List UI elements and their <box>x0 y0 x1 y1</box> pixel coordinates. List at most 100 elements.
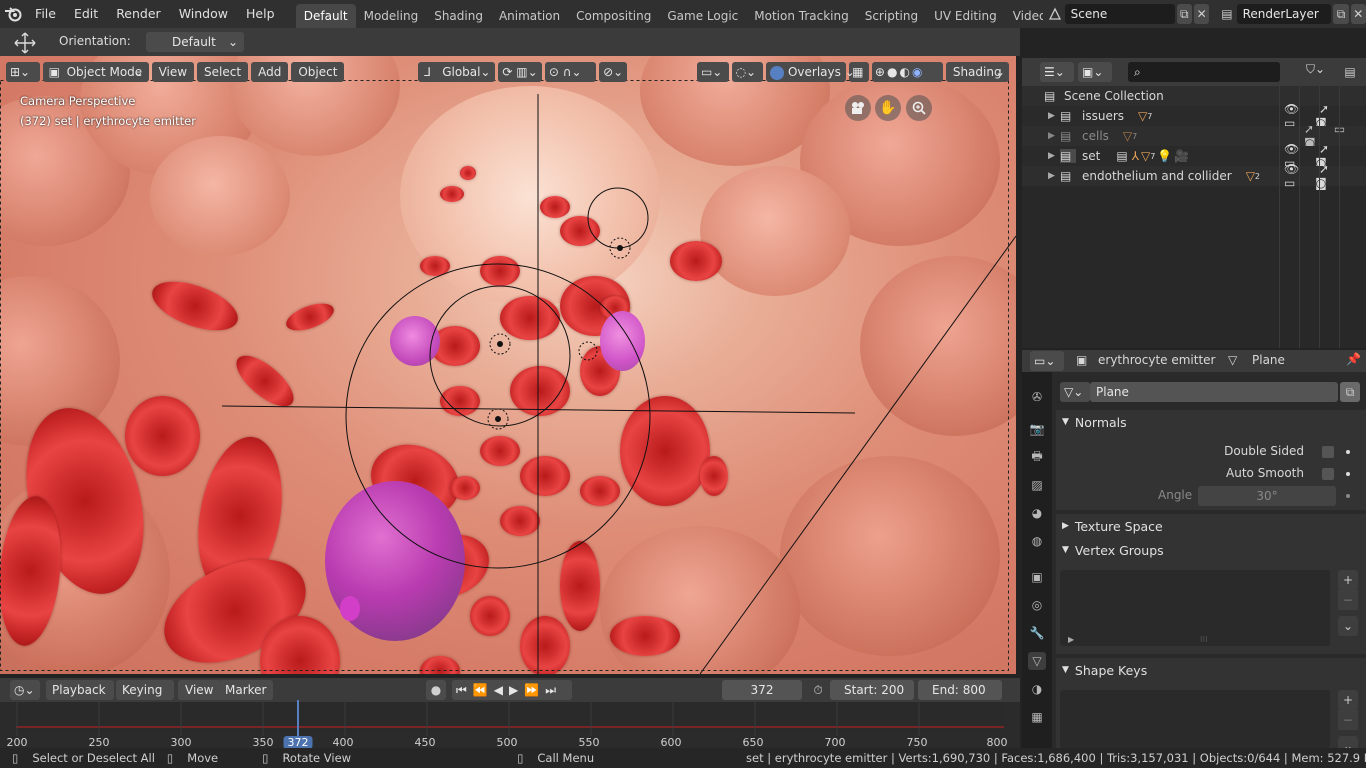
world-tab-icon[interactable]: ◍ <box>1028 532 1046 550</box>
keyframe-dot-icon[interactable] <box>1346 450 1350 454</box>
view-layer-tab-icon[interactable]: ▨ <box>1028 476 1046 494</box>
copy-scene-icon[interactable]: ⧉ <box>1176 4 1192 24</box>
outliner-search-input[interactable]: ⌕ <box>1128 62 1280 82</box>
overlays-dropdown[interactable]: Overlays ⌄ <box>766 62 855 82</box>
zoom-magnifier-icon[interactable] <box>906 95 932 121</box>
modifiers-tab-icon[interactable]: 🔧 <box>1028 624 1046 642</box>
fake-user-icon[interactable]: ⧉ <box>1340 382 1360 402</box>
display-mode-icon[interactable]: ▣⌄ <box>1078 62 1112 82</box>
outliner-editor-type-icon[interactable]: ☰⌄ <box>1040 62 1074 82</box>
menu-object[interactable]: Object <box>291 62 345 82</box>
pan-hand-icon[interactable]: ✋ <box>875 95 901 121</box>
menu-add[interactable]: Add <box>251 62 289 82</box>
scene-selector-icon[interactable] <box>1047 4 1062 24</box>
render-tab-icon[interactable]: 📷 <box>1028 420 1046 438</box>
workspace-tab-scripting[interactable]: Scripting <box>857 4 926 28</box>
timeline-editor-type-icon[interactable]: ◷⌄ <box>10 680 40 700</box>
close-scene-icon[interactable]: ✕ <box>1194 4 1210 24</box>
menu-render[interactable]: Render <box>107 0 170 28</box>
tool-tab-icon[interactable]: ✇ <box>1028 388 1046 406</box>
jump-keyframe-forward-icon[interactable]: ⏩ <box>524 683 545 697</box>
scene-tab-icon[interactable]: ◕ <box>1028 504 1046 522</box>
play-reverse-icon[interactable]: ◀ <box>494 683 509 697</box>
menu-window[interactable]: Window <box>170 0 237 28</box>
workspace-tab-shading[interactable]: Shading <box>426 4 491 28</box>
expand-arrow-icon[interactable]: ▶ <box>1068 635 1074 644</box>
render-layer-icon[interactable]: ▤ <box>1219 4 1234 24</box>
editor-type-icon[interactable]: ⊞⌄ <box>6 62 40 82</box>
mesh-browse-icon[interactable]: ▽⌄ <box>1060 382 1090 402</box>
workspace-tab-default[interactable]: Default <box>295 4 356 28</box>
add-shape-key-button[interactable]: + <box>1338 690 1358 710</box>
menu-marker[interactable]: Marker <box>218 680 274 700</box>
menu-file[interactable]: File <box>26 0 65 28</box>
mode-dropdown[interactable]: ▣ Object Mode ⌄ <box>42 62 149 82</box>
menu-view[interactable]: View <box>151 62 195 82</box>
constraints-tab-icon[interactable]: ◎ <box>1028 596 1046 614</box>
workspace-tab-motion-tracking[interactable]: Motion Tracking <box>746 4 856 28</box>
workspace-tab-modeling[interactable]: Modeling <box>356 4 427 28</box>
move-tool-icon[interactable] <box>14 32 36 57</box>
workspace-tab-compositing[interactable]: Compositing <box>568 4 659 28</box>
view-object-types-icon[interactable]: ▭⌄ <box>696 62 729 82</box>
vertex-group-specials-button[interactable]: ⌄ <box>1338 616 1358 636</box>
keyframe-dot-icon[interactable] <box>1346 494 1350 498</box>
mesh-name-field[interactable]: Plane <box>1090 382 1338 402</box>
gizmo-icon[interactable]: ◌⌄ <box>731 62 764 82</box>
visibility-toggles[interactable]: 👁 ➚ ▭ ◙ <box>1284 162 1366 190</box>
shading-dropdown[interactable]: Shading ⌄ <box>945 62 1009 82</box>
expand-arrow-icon[interactable]: ▶ <box>1048 131 1060 141</box>
shape-keys-header[interactable]: ▼ Shape Keys <box>1056 658 1366 682</box>
mesh-data-tab-icon[interactable]: ▽ <box>1028 652 1046 670</box>
resize-grip-icon[interactable]: ⁝⁝⁝ <box>1200 635 1208 644</box>
3d-viewport[interactable]: Camera Perspective (372) set | erythrocy… <box>0 56 1016 674</box>
end-frame-field[interactable]: End: 800 <box>918 680 1002 700</box>
shape-key-list[interactable] <box>1060 690 1330 748</box>
object-tab-icon[interactable]: ▣ <box>1028 568 1046 586</box>
auto-smooth-checkbox[interactable] <box>1322 468 1334 480</box>
jump-start-icon[interactable]: ⏮ <box>456 683 473 697</box>
play-icon[interactable]: ▶ <box>509 683 524 697</box>
pivot-point-icon[interactable]: ⟳ ▥⌄ <box>498 62 542 82</box>
menu-keying[interactable]: Keying⌄ <box>116 680 174 717</box>
orientation-dropdown[interactable]: Default ⌄ <box>146 32 244 52</box>
menu-timeline-view[interactable]: View <box>178 680 221 700</box>
double-sided-checkbox[interactable] <box>1322 446 1334 458</box>
proportional-edit-icon[interactable]: ⊘⌄ <box>599 62 628 82</box>
jump-keyframe-back-icon[interactable]: ⏪ <box>473 683 494 697</box>
vertex-group-list[interactable]: ▶ ⁝⁝⁝ <box>1060 570 1330 646</box>
material-tab-icon[interactable]: ◑ <box>1028 680 1046 698</box>
wireframe-shading-icon[interactable]: ⊕ <box>875 65 887 79</box>
pin-icon[interactable]: 📌 <box>1346 352 1361 366</box>
workspace-tab-uv-editing[interactable]: UV Editing <box>926 4 1005 28</box>
output-tab-icon[interactable]: 🖶 <box>1028 448 1046 466</box>
remove-shape-key-button[interactable]: − <box>1338 710 1358 730</box>
angle-field[interactable]: 30° <box>1198 486 1336 506</box>
outliner-row-endothelium[interactable]: ▶ ▤ endothelium and collider ▽ 2 👁 ➚ ▭ ◙ <box>1022 162 1366 190</box>
record-icon[interactable]: ● <box>426 680 446 700</box>
rendered-shading-icon[interactable]: ◉ <box>912 65 924 79</box>
workspace-tab-video-editing[interactable]: Video Edi <box>1005 4 1044 28</box>
expand-arrow-icon[interactable]: ▶ <box>1048 171 1060 181</box>
add-vertex-group-button[interactable]: + <box>1338 570 1358 590</box>
menu-select[interactable]: Select <box>197 62 249 82</box>
workspace-tab-game-logic[interactable]: Game Logic <box>659 4 746 28</box>
snap-icon[interactable]: ⊙ ∩⌄ <box>544 62 597 82</box>
stopwatch-icon[interactable]: ⏱ <box>808 680 828 700</box>
texture-tab-icon[interactable]: ▦ <box>1028 708 1046 726</box>
solid-shading-icon[interactable]: ● <box>887 65 899 79</box>
menu-help[interactable]: Help <box>237 0 284 28</box>
normals-panel-header[interactable]: ▼ Normals <box>1056 410 1366 434</box>
new-collection-icon[interactable]: ▤ <box>1340 62 1360 82</box>
playback-controls[interactable]: ⏮⏪◀▶⏩⏭ <box>452 680 572 700</box>
jump-end-icon[interactable]: ⏭ <box>545 683 562 697</box>
properties-editor-type-icon[interactable]: ▭⌄ <box>1030 351 1064 371</box>
camera-view-icon[interactable] <box>845 95 871 121</box>
keyframe-dot-icon[interactable] <box>1346 472 1350 476</box>
remove-vertex-group-button[interactable]: − <box>1338 590 1358 610</box>
workspace-tab-animation[interactable]: Animation <box>491 4 568 28</box>
viewport-shading-buttons[interactable]: ⊕●◐◉ <box>871 62 943 82</box>
copy-layer-icon[interactable]: ⧉ <box>1333 4 1349 24</box>
close-layer-icon[interactable]: ✕ <box>1350 4 1366 24</box>
menu-playback[interactable]: Playback⌄ <box>46 680 114 717</box>
